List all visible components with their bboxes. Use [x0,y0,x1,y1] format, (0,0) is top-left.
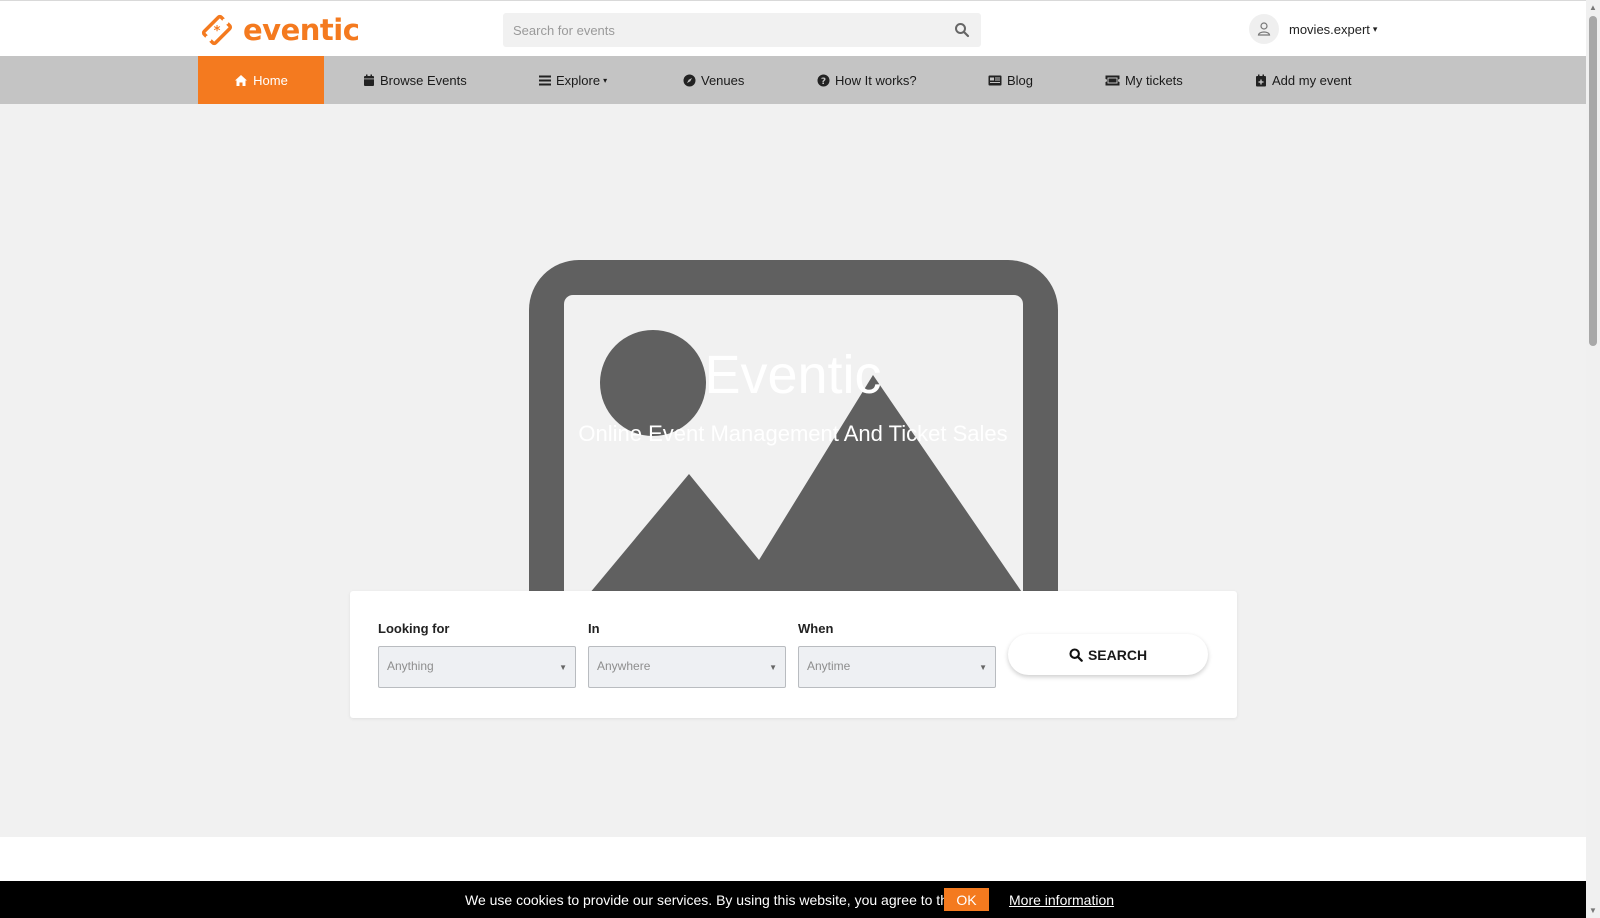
chevron-down-icon: ▾ [1372,23,1378,34]
when-select[interactable]: Anytime ▼ [798,646,996,688]
main-nav: Home Browse Events Explore ▾ Venues ? Ho… [0,56,1586,104]
nav-item-browse-events[interactable]: Browse Events [363,56,467,104]
user-menu[interactable]: movies.expert ▾ [1249,13,1377,45]
cookie-banner: We use cookies to provide our services. … [0,881,1586,918]
calendar-plus-icon [1255,74,1267,87]
search-button[interactable]: SEARCH [1008,634,1208,675]
nav-label-my-tickets: My tickets [1125,72,1183,88]
ticket-icon [1105,75,1120,86]
search-icon [1069,647,1083,662]
username[interactable]: movies.expert [1289,22,1370,37]
chevron-down-icon: ▾ [603,75,608,85]
scroll-down-icon[interactable]: ▼ [1589,906,1597,915]
menu-icon [539,75,551,86]
search-icon[interactable] [954,22,970,38]
event-search-bar [503,13,981,47]
calendar-icon [363,74,375,87]
when-label: When [798,621,834,636]
search-input[interactable] [513,13,933,47]
top-header: * eventic movies.expert ▾ [0,0,1586,57]
more-information-link[interactable]: More information [1009,892,1114,908]
chevron-down-icon: ▼ [769,663,777,672]
nav-item-add-my-event[interactable]: Add my event [1255,56,1352,104]
nav-label-how-it-works: How It works? [835,72,917,88]
scrollbar-thumb[interactable] [1589,16,1597,346]
search-button-label: SEARCH [1087,646,1148,663]
nav-item-blog[interactable]: Blog [988,56,1033,104]
looking-for-label: Looking for [378,621,450,636]
page-scrollbar[interactable]: ▲ ▼ [1586,0,1600,918]
nav-label-explore: Explore [556,72,601,88]
chevron-down-icon: ▼ [559,663,567,672]
hero-title: Eventic [704,345,882,405]
brand-name: eventic [243,13,360,47]
nav-item-venues[interactable]: Venues [683,56,744,104]
newspaper-icon [988,75,1002,86]
nav-label-venues: Venues [701,72,745,88]
when-value: Anytime [807,659,851,673]
nav-label-home: Home [253,72,288,88]
question-icon: ? [817,74,830,87]
nav-label-blog: Blog [1007,72,1034,88]
hero-subtitle: Online Event Management And Ticket Sales [578,421,1008,446]
cookie-message: We use cookies to provide our services. … [465,892,962,908]
svg-text:*: * [214,24,221,39]
compass-icon [683,74,696,87]
cookie-ok-button[interactable]: OK [944,888,989,911]
nav-label-browse-events: Browse Events [380,72,467,88]
nav-item-explore[interactable]: Explore ▾ [539,56,607,104]
home-icon [234,74,248,87]
nav-label-add-my-event: Add my event [1272,72,1352,88]
location-select[interactable]: Anywhere ▼ [588,646,786,688]
nav-item-my-tickets[interactable]: My tickets [1105,56,1183,104]
page: * eventic movies.expert ▾ [0,0,1586,918]
event-search-panel: Looking for Anything ▼ In Anywhere ▼ Whe… [350,591,1237,718]
scroll-up-icon[interactable]: ▲ [1589,3,1597,12]
svg-text:?: ? [821,77,826,87]
looking-for-select[interactable]: Anything ▼ [378,646,576,688]
chevron-down-icon: ▼ [979,663,987,672]
brand-logo[interactable]: * eventic [197,10,360,50]
nav-item-home[interactable]: Home [198,56,324,104]
location-label: In [588,621,600,636]
avatar[interactable] [1249,14,1279,44]
hero-section: Eventic Online Event Management And Tick… [0,104,1586,837]
looking-for-value: Anything [387,659,434,673]
user-icon [1257,22,1271,36]
nav-item-how-it-works[interactable]: ? How It works? [817,56,917,104]
ticket-logo-icon: * [201,14,233,46]
location-value: Anywhere [597,659,651,673]
